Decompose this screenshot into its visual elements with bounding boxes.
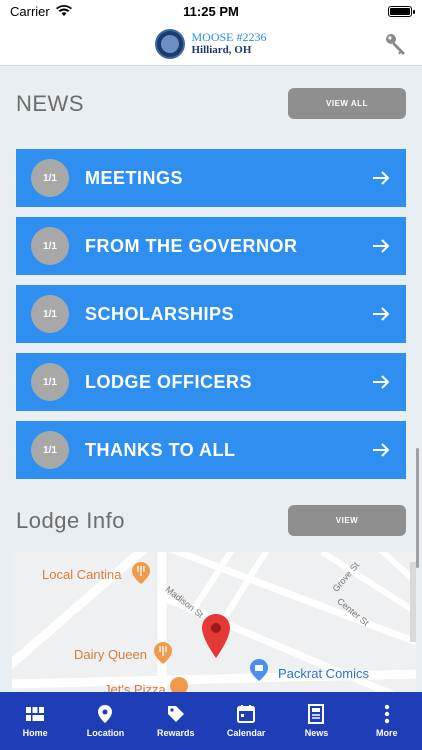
count-badge: 1/1: [31, 431, 69, 469]
carrier-label: Carrier: [10, 3, 50, 19]
view-button[interactable]: VIEW: [288, 505, 406, 536]
tab-calendar[interactable]: Calendar: [211, 692, 281, 750]
count-badge: 1/1: [31, 295, 69, 333]
news-item-label: FROM THE GOVERNOR: [85, 235, 298, 256]
tab-label: Home: [22, 728, 48, 738]
count-badge: 1/1: [31, 159, 69, 197]
moose-emblem-icon: [155, 28, 186, 59]
arrow-right-icon: [373, 171, 390, 185]
tab-label: Calendar: [226, 728, 266, 738]
brand-location: Hilliard, OH: [191, 43, 252, 56]
news-item-scholarships[interactable]: 1/1 SCHOLARSHIPS: [16, 285, 406, 343]
tab-label: Location: [86, 728, 125, 738]
location-pin-icon: [98, 705, 113, 723]
tab-label: Rewards: [157, 728, 195, 738]
tab-more[interactable]: More: [352, 692, 422, 750]
tab-bar: Home Location Rewards Calendar News More: [0, 692, 422, 750]
view-all-button[interactable]: VIEW ALL: [288, 88, 406, 119]
poi-packrat-comics[interactable]: Packrat Comics: [278, 666, 369, 681]
poi-local-cantina[interactable]: Local Cantina: [42, 567, 122, 582]
brand-text: MOOSE #2236 Hilliard, OH: [191, 29, 267, 57]
tab-label: News: [304, 728, 329, 738]
key-icon[interactable]: [384, 32, 408, 56]
app-header: MOOSE #2236 Hilliard, OH: [0, 22, 422, 66]
news-header: NEWS VIEW ALL: [16, 88, 406, 119]
battery-icon: [388, 5, 415, 17]
news-item-lodge-officers[interactable]: 1/1 LODGE OFFICERS: [16, 353, 406, 411]
tab-news[interactable]: News: [281, 692, 351, 750]
news-item-thanks[interactable]: 1/1 THANKS TO ALL: [16, 421, 406, 479]
wifi-icon: [55, 5, 72, 16]
scrollbar[interactable]: [416, 448, 419, 568]
count-badge: 1/1: [31, 227, 69, 265]
tab-label: More: [376, 728, 398, 738]
news-item-label: LODGE OFFICERS: [85, 371, 253, 392]
restaurant-pin-icon: [154, 642, 172, 664]
status-bar: Carrier 11:25 PM: [0, 0, 422, 22]
location-marker-icon[interactable]: [202, 614, 230, 658]
arrow-right-icon: [373, 307, 390, 321]
news-item-label: SCHOLARSHIPS: [85, 303, 235, 324]
news-item-label: MEETINGS: [85, 167, 184, 188]
lodge-info-title: Lodge Info: [16, 507, 125, 533]
tab-home[interactable]: Home: [0, 692, 70, 750]
tab-rewards[interactable]: Rewards: [141, 692, 211, 750]
news-list: 1/1 MEETINGS 1/1 FROM THE GOVERNOR 1/1 S…: [16, 149, 406, 489]
lodge-info-header: Lodge Info VIEW: [16, 505, 406, 536]
poi-dairy-queen[interactable]: Dairy Queen: [74, 647, 147, 662]
lodge-map[interactable]: Local Cantina Dairy Queen Jet's Pizza Pa…: [12, 552, 416, 694]
news-item-governor[interactable]: 1/1 FROM THE GOVERNOR: [16, 217, 406, 275]
tag-icon: [167, 706, 184, 722]
arrow-right-icon: [373, 443, 390, 457]
home-grid-icon: [26, 707, 45, 721]
arrow-right-icon: [373, 375, 390, 389]
more-vertical-icon: [384, 704, 389, 724]
news-item-label: THANKS TO ALL: [85, 439, 236, 460]
tab-location[interactable]: Location: [70, 692, 140, 750]
shop-pin-icon: [250, 659, 268, 681]
count-badge: 1/1: [31, 363, 69, 401]
news-title: NEWS: [16, 90, 84, 116]
calendar-icon: [237, 705, 256, 723]
status-left: Carrier: [10, 4, 72, 19]
restaurant-pin-icon: [132, 562, 150, 584]
news-item-meetings[interactable]: 1/1 MEETINGS: [16, 149, 406, 207]
newspaper-icon: [308, 704, 325, 724]
brand-title: MOOSE #2236: [191, 29, 267, 44]
arrow-right-icon: [373, 239, 390, 253]
lodge-logo: MOOSE #2236 Hilliard, OH: [155, 28, 267, 59]
